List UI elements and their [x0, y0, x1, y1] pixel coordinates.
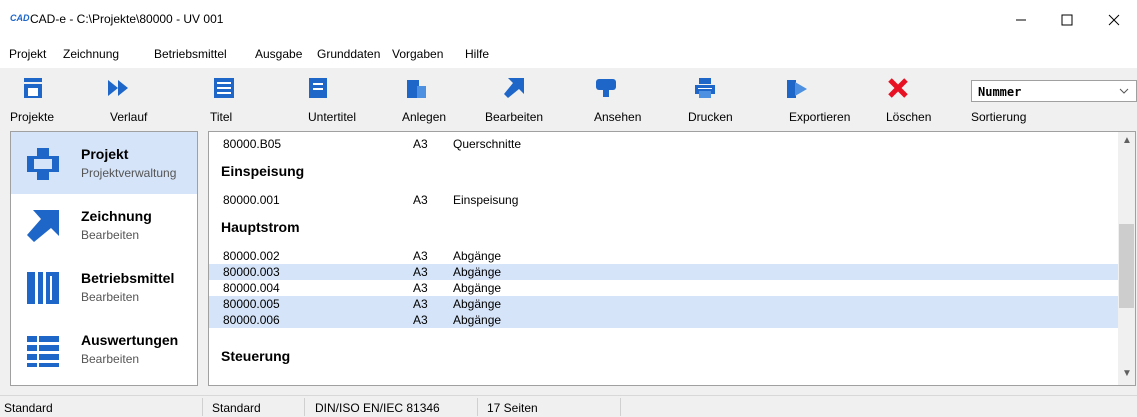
group-header: Hauptstrom — [221, 219, 300, 235]
close-window-button[interactable] — [1091, 0, 1137, 40]
create-icon — [407, 80, 426, 98]
maximize-button[interactable] — [1044, 0, 1090, 40]
menu-projekt[interactable]: Projekt — [9, 47, 46, 61]
status-divider — [304, 398, 305, 416]
nav-item-projekt[interactable]: Projekt Projektverwaltung — [11, 132, 197, 194]
menu-ausgabe[interactable]: Ausgabe — [255, 47, 302, 61]
minimize-icon — [1016, 19, 1026, 21]
nav-item-betriebsmittel[interactable]: Betriebsmittel Bearbeiten — [11, 256, 197, 318]
status-left: Standard — [4, 401, 53, 415]
title-icon — [214, 78, 234, 98]
project-icon — [27, 148, 59, 180]
status-template: Standard — [212, 401, 261, 415]
status-divider — [620, 398, 621, 416]
status-divider — [202, 398, 203, 416]
scrollbar-thumb[interactable] — [1119, 224, 1134, 308]
ansehen-button[interactable]: Ansehen — [590, 68, 650, 130]
toolbar: Projekte Verlauf Titel Untertitel Anlege… — [0, 68, 1137, 130]
menu-hilfe[interactable]: Hilfe — [465, 47, 489, 61]
status-norm: DIN/ISO EN/IEC 81346 — [315, 401, 440, 415]
menu-bar: Projekt Zeichnung Betriebsmittel Ausgabe… — [0, 40, 1137, 68]
status-divider — [477, 398, 478, 416]
minimize-button[interactable] — [998, 0, 1044, 40]
title-bar: CAD CAD-e - C:\Projekte\80000 - UV 001 — [0, 0, 1137, 40]
edit-arrow-icon — [504, 78, 524, 98]
group-header: Steuerung — [221, 348, 291, 364]
sort-select[interactable]: Nummer — [971, 80, 1137, 102]
history-fast-forward-icon — [108, 80, 128, 96]
view-icon — [596, 79, 616, 97]
list-item[interactable]: 80000.B05 A3 Querschnitte — [209, 136, 1119, 152]
export-icon — [787, 80, 807, 98]
reports-icon — [27, 336, 59, 367]
anlegen-button[interactable]: Anlegen — [390, 68, 450, 130]
loeschen-button[interactable]: Löschen — [880, 68, 940, 130]
titel-button[interactable]: Titel — [210, 68, 260, 130]
bearbeiten-button[interactable]: Bearbeiten — [480, 68, 550, 130]
navigation-panel: Projekt Projektverwaltung Zeichnung Bear… — [10, 131, 198, 386]
projekte-button[interactable]: Projekte — [10, 68, 80, 130]
cad-e-logo-icon: CAD — [10, 13, 30, 23]
list-item[interactable]: 80000.002 A3 Abgänge — [209, 248, 1119, 264]
window-title: CAD-e - C:\Projekte\80000 - UV 001 — [30, 12, 224, 26]
list-item[interactable]: 80000.001 A3 Einspeisung — [209, 192, 1119, 208]
delete-x-icon — [888, 78, 908, 98]
vertical-scrollbar[interactable]: ▲ ▼ — [1118, 132, 1135, 385]
drucken-button[interactable]: Drucken — [685, 68, 745, 130]
maximize-icon — [1061, 14, 1073, 26]
chevron-down-icon — [1119, 88, 1129, 94]
list-item[interactable]: 80000.004 A3 Abgänge — [209, 280, 1119, 296]
scroll-up-arrow-icon[interactable]: ▲ — [1122, 135, 1132, 146]
projects-icon — [24, 78, 42, 98]
untertitel-button[interactable]: Untertitel — [300, 68, 360, 130]
drawing-arrow-icon — [27, 210, 59, 242]
list-item[interactable]: 80000.006 A3 Abgänge — [209, 312, 1119, 328]
equipment-icon — [27, 272, 59, 304]
subtitle-icon — [309, 78, 327, 98]
menu-betriebsmittel[interactable]: Betriebsmittel — [154, 47, 227, 61]
close-icon — [1108, 14, 1120, 26]
status-pages: 17 Seiten — [487, 401, 538, 415]
scroll-down-arrow-icon[interactable]: ▼ — [1122, 368, 1132, 379]
sort-label: Sortierung — [971, 110, 1027, 124]
verlauf-button[interactable]: Verlauf — [100, 68, 160, 130]
list-item[interactable]: 80000.005 A3 Abgänge — [209, 296, 1119, 312]
group-header: Einspeisung — [221, 163, 305, 179]
drawing-list: 80000.B05 A3 Querschnitte Einspeisung 80… — [208, 131, 1136, 386]
status-bar: Standard Standard DIN/ISO EN/IEC 81346 1… — [0, 395, 1137, 417]
menu-grunddaten[interactable]: Grunddaten — [317, 47, 380, 61]
print-icon — [695, 78, 715, 98]
menu-zeichnung[interactable]: Zeichnung — [63, 47, 119, 61]
exportieren-button[interactable]: Exportieren — [775, 68, 855, 130]
nav-item-zeichnung[interactable]: Zeichnung Bearbeiten — [11, 194, 197, 256]
menu-vorgaben[interactable]: Vorgaben — [392, 47, 443, 61]
list-item[interactable]: 80000.003 A3 Abgänge — [209, 264, 1119, 280]
nav-item-auswertungen[interactable]: Auswertungen Bearbeiten — [11, 318, 197, 380]
sort-select-value: Nummer — [978, 85, 1022, 99]
